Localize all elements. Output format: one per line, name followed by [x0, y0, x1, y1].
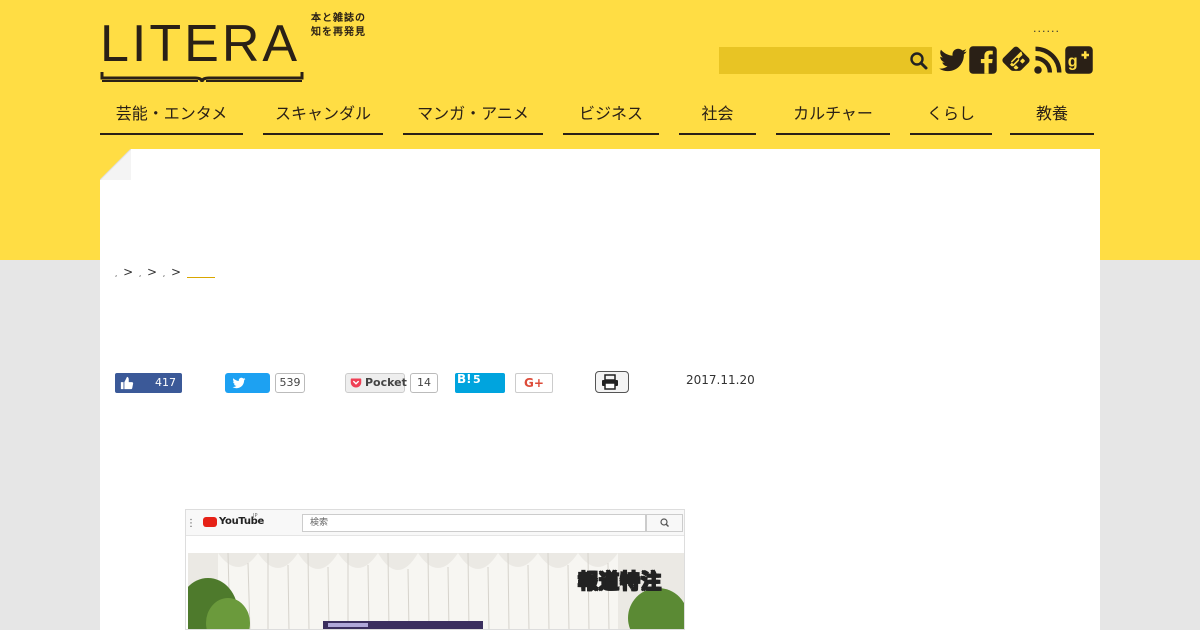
hatena-bookmark-button[interactable]: B! 5	[455, 372, 505, 393]
page-fold-corner	[100, 149, 131, 180]
nav-item-entertainment[interactable]: 芸能・エンタメ	[100, 99, 243, 135]
feedly-link[interactable]	[1001, 45, 1031, 75]
youtube-search-button	[646, 514, 683, 532]
logo-wordmark: LITERA	[100, 15, 301, 73]
breadcrumb-separator: >	[147, 265, 158, 279]
search-input[interactable]	[719, 47, 904, 74]
printer-icon	[602, 374, 618, 390]
facebook-like-count: 417	[155, 376, 176, 389]
svg-text:g: g	[1068, 52, 1078, 70]
facebook-icon	[969, 46, 997, 74]
rss-link[interactable]	[1033, 45, 1063, 75]
nav-item-scandal[interactable]: スキャンダル	[263, 99, 383, 135]
tweet-count: 539	[275, 373, 305, 393]
pocket-icon	[350, 378, 362, 388]
breadcrumb-separator: >	[123, 265, 134, 279]
header-links[interactable]: ......	[1033, 22, 1060, 35]
breadcrumb: , > , > , >	[115, 265, 217, 279]
breadcrumb-comma: ,	[115, 270, 118, 278]
nav-item-business[interactable]: ビジネス	[563, 99, 659, 135]
article-image-youtube-screenshot: ⋮ YouTube JP 検索 報道特注	[185, 509, 685, 630]
rss-icon	[1034, 46, 1062, 74]
search-icon	[910, 52, 928, 70]
logo-book-icon	[100, 72, 304, 83]
pocket-count: 14	[410, 373, 438, 393]
hatena-bookmark-count: 5	[473, 373, 481, 386]
pocket-button[interactable]: Pocket	[345, 373, 407, 393]
video-overlay-title: 報道特注	[578, 569, 662, 594]
twitter-link[interactable]	[938, 45, 968, 75]
main-nav: 芸能・エンタメ スキャンダル マンガ・アニメ ビジネス 社会 カルチャー くらし…	[100, 99, 1094, 135]
hamburger-menu-icon: ⋮	[186, 518, 196, 529]
nav-item-living[interactable]: くらし	[910, 99, 992, 135]
hatena-bookmark-label: B!	[457, 372, 472, 386]
youtube-play-icon	[203, 517, 217, 527]
logo-tagline: 本と雑誌の 知を再発見	[311, 12, 381, 40]
search-icon	[660, 518, 669, 527]
print-button[interactable]	[595, 371, 629, 393]
google-plus-link[interactable]: g	[1064, 45, 1094, 75]
nav-item-manga-anime[interactable]: マンガ・アニメ	[403, 99, 543, 135]
article-date: 2017.11.20	[686, 373, 755, 387]
thumbs-up-icon	[120, 376, 134, 390]
nav-item-society[interactable]: 社会	[679, 99, 756, 135]
tagline-line-2: 知を再発見	[311, 27, 366, 38]
breadcrumb-comma: ,	[162, 270, 166, 278]
breadcrumb-current-link[interactable]	[186, 267, 215, 278]
search-bar	[719, 47, 932, 74]
google-plus-icon: g	[1065, 46, 1093, 74]
breadcrumb-separator: >	[170, 265, 182, 279]
tweet-button[interactable]	[225, 373, 270, 393]
nav-item-culture[interactable]: カルチャー	[776, 99, 890, 135]
pocket-label: Pocket	[365, 376, 407, 389]
facebook-like-button[interactable]: 417	[115, 373, 182, 393]
feedly-icon	[1002, 46, 1030, 71]
tagline-line-1: 本と雑誌の	[311, 13, 366, 24]
facebook-link[interactable]	[968, 45, 998, 75]
youtube-search-field: 検索	[302, 514, 646, 532]
search-button[interactable]	[909, 51, 929, 71]
youtube-header: ⋮ YouTube JP 検索	[186, 510, 684, 536]
site-logo[interactable]: LITERA 本と雑誌の 知を再発見	[100, 12, 380, 87]
google-plus-button[interactable]: G+	[515, 373, 553, 393]
youtube-region: JP	[253, 513, 258, 519]
video-frame: 報道特注	[188, 553, 684, 629]
twitter-icon	[939, 48, 967, 72]
breadcrumb-comma: ,	[138, 270, 142, 278]
nav-item-education[interactable]: 教養	[1010, 99, 1094, 135]
twitter-bird-icon	[232, 377, 246, 389]
